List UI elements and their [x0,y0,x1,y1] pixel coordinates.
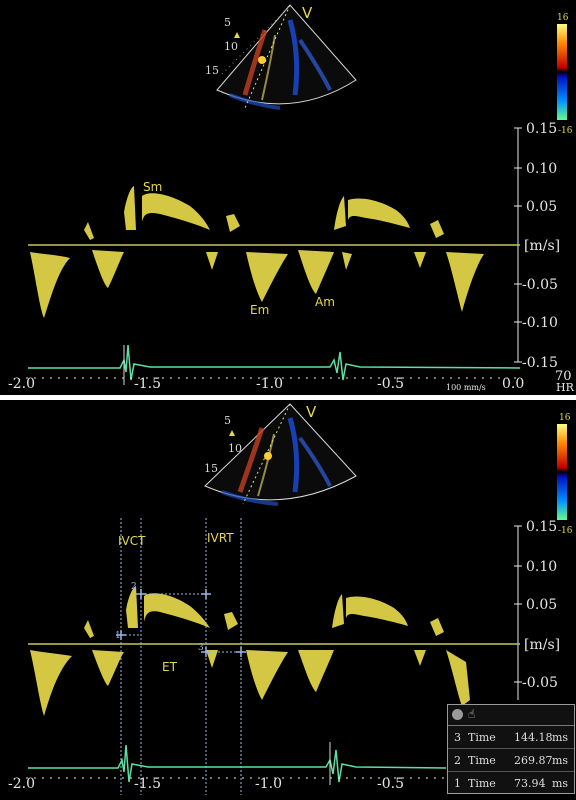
depth-marker-icon [234,32,240,38]
tissue-doppler-waveform [30,586,470,716]
sweep-speed: 100 mm/s [446,383,486,392]
record-dot-icon[interactable] [452,709,463,720]
colorbar-max: 16 [559,413,571,423]
label-sm: Sm [143,180,162,194]
caliper-marker: 1 [115,631,121,641]
label-ivrt: IVRT [207,531,234,545]
cursor-hand-icon[interactable]: ☝ [468,707,475,721]
velocity-tick: 0.15 [526,519,557,535]
label-em: Em [250,303,269,317]
depth-tick-10: 10 [228,442,242,455]
ecg-trace [28,344,521,381]
velocity-axis [514,525,522,700]
colorbar-min: -16 [558,126,573,136]
velocity-tick: -0.10 [522,315,558,331]
velocity-tick: -0.05 [522,675,558,691]
velocity-tick: 0.05 [526,199,557,215]
measurement-label: Time [468,777,496,790]
measurement-index: 3 [454,731,461,744]
depth-tick-5: 5 [224,414,231,427]
label-ivct: IVCT [118,534,146,548]
velocity-tick: 0.10 [526,161,557,177]
time-tick: -2.0 [8,776,35,792]
time-tick: -0.5 [377,776,404,792]
measurement-unit: ms [552,731,569,744]
time-tick: -1.0 [255,776,282,792]
measurement-panel-header: ☝ [448,705,574,726]
velocity-tick: 0.05 [526,597,557,613]
measurement-index: 2 [454,754,461,767]
depth-tick-10: 10 [224,40,238,53]
measurement-value: 144.18 [514,731,553,744]
measurement-unit: ms [552,777,569,790]
velocity-tick: -0.05 [522,277,558,293]
label-am: Am [315,295,335,309]
caliper-marker: 2 [131,582,137,592]
color-scale-bar [557,24,567,120]
time-tick: -2.0 [8,376,35,392]
colorbar-min: -16 [558,526,573,536]
hr-label: HR [556,381,575,394]
velocity-unit: [m/s] [524,238,560,254]
time-tick: -0.5 [377,376,404,392]
measurement-panel: ☝ 3 Time 144.18 ms 2 Time 269.87 ms 1 Ti… [447,704,575,794]
measurement-label: Time [468,731,496,744]
time-tick: -1.5 [134,776,161,792]
depth-tick-15: 15 [204,462,218,475]
echo-sector-image [216,4,357,110]
measurement-index: 1 [454,777,461,790]
measurement-value: 73.94 [514,777,546,790]
interval-calipers [120,518,242,795]
caliper-marker: 3 [198,643,204,653]
time-tick: 0.0 [502,376,524,392]
depth-marker-icon [229,430,235,436]
colorbar-max: 16 [557,13,569,23]
measurement-row[interactable]: 2 Time 269.87 ms [448,749,574,772]
velocity-tick: -0.15 [522,355,558,371]
tissue-doppler-waveform [30,186,484,318]
velocity-tick: 0.10 [526,559,557,575]
view-marker: V [302,4,313,22]
color-scale-bar [557,424,567,520]
measurement-label: Time [468,754,496,767]
view-marker: V [306,403,317,421]
measurement-row[interactable]: 1 Time 73.94 ms [448,772,574,794]
time-tick: -1.0 [256,376,283,392]
measurement-unit: ms [552,754,569,767]
velocity-unit: [m/s] [524,637,560,653]
velocity-tick: 0.15 [526,121,557,137]
doppler-panel-top: 5 10 15 V 16 -16 0.15 0.10 0.05 [m/s] -0… [0,0,576,395]
doppler-view-top: 5 10 15 V 16 -16 0.15 0.10 0.05 [m/s] -0… [8,4,575,394]
measurement-row[interactable]: 3 Time 144.18 ms [448,726,574,749]
time-tick: -1.5 [134,376,161,392]
doppler-panel-bottom: 5 10 15 V 16 -16 0.15 0.10 0.05 [m/s] -0… [0,400,576,795]
depth-tick-15: 15 [205,64,219,77]
measurement-value: 269.87 [514,754,553,767]
label-et: ET [162,660,178,674]
depth-tick-5: 5 [224,16,231,29]
